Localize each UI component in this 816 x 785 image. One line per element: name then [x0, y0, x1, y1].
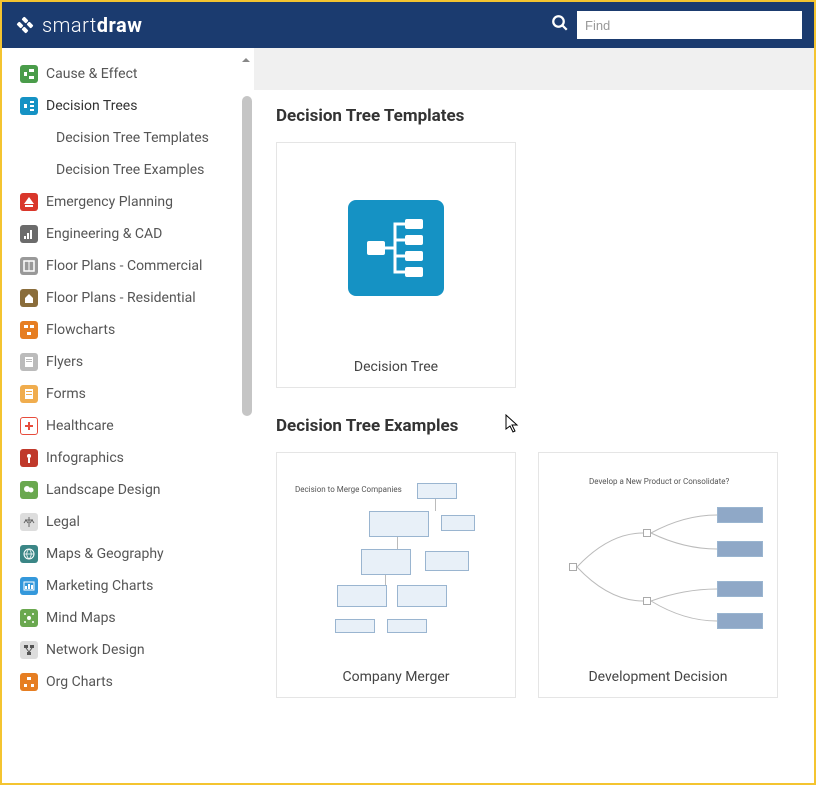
sidebar-item-healthcare[interactable]: Healthcare [2, 410, 254, 442]
app-header: smartdraw [2, 2, 814, 48]
sidebar-item-label: Landscape Design [46, 482, 161, 498]
network-icon [20, 641, 38, 659]
sidebar-item-label: Flowcharts [46, 322, 115, 338]
card-label: Development Decision [588, 669, 727, 685]
example-card-development-decision[interactable]: Develop a New Product or Consolidate? [538, 452, 778, 698]
sidebar-item-forms[interactable]: Forms [2, 378, 254, 410]
sidebar-item-label: Network Design [46, 642, 145, 658]
legal-icon [20, 513, 38, 531]
floorplan-icon [20, 257, 38, 275]
card-label: Company Merger [343, 669, 450, 685]
sidebar-item-label: Mind Maps [46, 610, 116, 626]
flowchart-icon [20, 321, 38, 339]
decision-tree-large-icon [348, 200, 444, 296]
section-title-templates: Decision Tree Templates [276, 106, 792, 126]
sidebar-item-decision-trees[interactable]: Decision Trees [2, 90, 254, 122]
sidebar-item-label: Org Charts [46, 674, 113, 690]
search-icon[interactable] [551, 14, 569, 36]
sidebar-item-label: Legal [46, 514, 80, 530]
sidebar-item-engineering[interactable]: Engineering & CAD [2, 218, 254, 250]
sidebar-item-label: Engineering & CAD [46, 226, 162, 242]
sidebar-item-label: Floor Plans - Commercial [46, 258, 202, 274]
decision-tree-icon [20, 97, 38, 115]
sidebar-item-label: Emergency Planning [46, 194, 173, 210]
sidebar-item-label: Cause & Effect [46, 66, 138, 82]
floorplan-res-icon [20, 289, 38, 307]
sidebar-item-label: Marketing Charts [46, 578, 153, 594]
landscape-icon [20, 481, 38, 499]
card-label: Decision Tree [354, 359, 438, 375]
sidebar-item-landscape[interactable]: Landscape Design [2, 474, 254, 506]
brand-text: smartdraw [42, 13, 142, 37]
sidebar-item-maps[interactable]: Maps & Geography [2, 538, 254, 570]
search-input[interactable] [577, 11, 802, 39]
sidebar-item-network[interactable]: Network Design [2, 634, 254, 666]
template-card-decision-tree[interactable]: Decision Tree [276, 142, 516, 388]
sidebar-item-infographics[interactable]: Infographics [2, 442, 254, 474]
brand-logo[interactable]: smartdraw [14, 13, 142, 37]
scrollbar-thumb[interactable] [242, 96, 252, 416]
sidebar-item-label: Infographics [46, 450, 124, 466]
sidebar-item-emergency[interactable]: Emergency Planning [2, 186, 254, 218]
sidebar-item-cause-effect[interactable]: Cause & Effect [2, 58, 254, 90]
cause-effect-icon [20, 65, 38, 83]
flyer-icon [20, 353, 38, 371]
sidebar-item-floorplan-residential[interactable]: Floor Plans - Residential [2, 282, 254, 314]
sidebar-item-mindmaps[interactable]: Mind Maps [2, 602, 254, 634]
sidebar-item-marketing[interactable]: Marketing Charts [2, 570, 254, 602]
sidebar-item-orgcharts[interactable]: Org Charts [2, 666, 254, 698]
card-preview: Develop a New Product or Consolidate? [539, 453, 777, 663]
sidebar-item-flyers[interactable]: Flyers [2, 346, 254, 378]
sidebar-item-flowcharts[interactable]: Flowcharts [2, 314, 254, 346]
infographic-icon [20, 449, 38, 467]
map-icon [20, 545, 38, 563]
main-content: Decision Tree Templates [254, 48, 814, 783]
scroll-up-arrow-icon[interactable] [241, 50, 251, 60]
sidebar-item-label: Floor Plans - Residential [46, 290, 196, 306]
sidebar-item-label: Forms [46, 386, 86, 402]
sidebar-item-floorplan-commercial[interactable]: Floor Plans - Commercial [2, 250, 254, 282]
mindmap-icon [20, 609, 38, 627]
engineering-icon [20, 225, 38, 243]
search-bar [551, 11, 802, 39]
marketing-icon [20, 577, 38, 595]
category-sidebar[interactable]: Cause & Effect Decision Trees Decision T… [2, 48, 254, 783]
sidebar-item-label: Healthcare [46, 418, 114, 434]
sidebar-item-label: Maps & Geography [46, 546, 164, 562]
smartdraw-logo-icon [14, 14, 36, 36]
sidebar-item-label: Flyers [46, 354, 83, 370]
sidebar-item-legal[interactable]: Legal [2, 506, 254, 538]
orgchart-icon [20, 673, 38, 691]
form-icon [20, 385, 38, 403]
sidebar-item-label: Decision Trees [46, 98, 137, 114]
card-preview: Decision to Merge Companies [277, 453, 515, 663]
card-preview [277, 143, 515, 353]
emergency-icon [20, 193, 38, 211]
section-title-examples: Decision Tree Examples [276, 416, 792, 436]
healthcare-icon [20, 417, 38, 435]
sidebar-sub-examples[interactable]: Decision Tree Examples [2, 154, 254, 186]
sidebar-sub-templates[interactable]: Decision Tree Templates [2, 122, 254, 154]
example-card-company-merger[interactable]: Decision to Merge Companies [276, 452, 516, 698]
